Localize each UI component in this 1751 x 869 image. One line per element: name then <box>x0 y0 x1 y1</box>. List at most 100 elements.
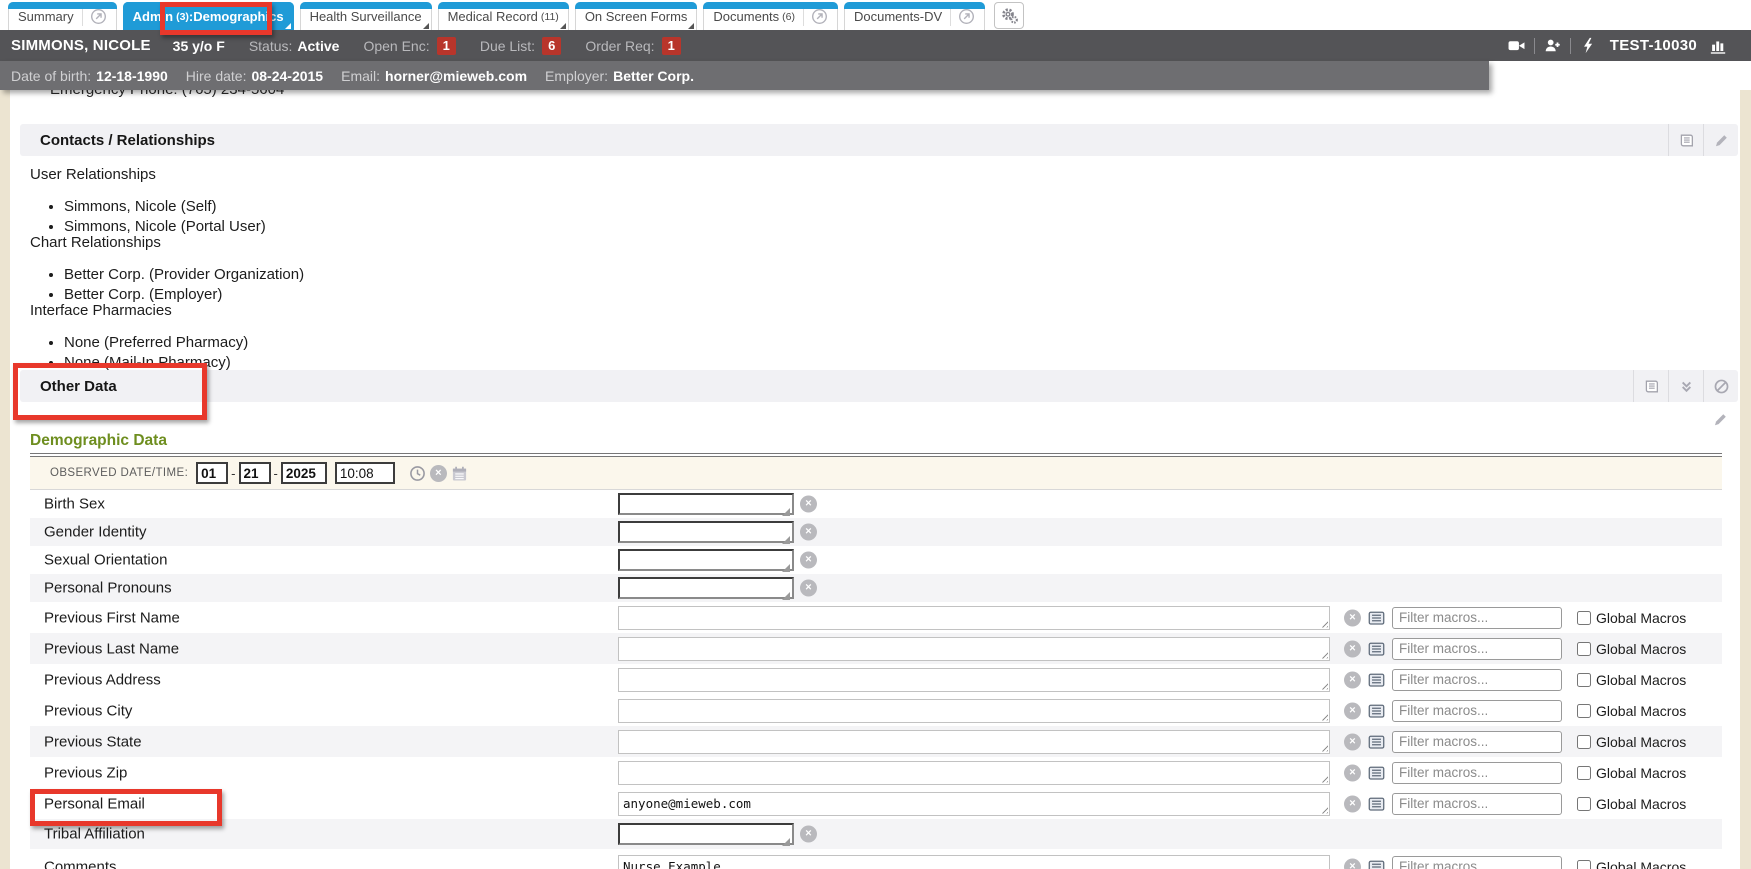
clear-icon[interactable]: × <box>800 552 817 569</box>
tab-on-screen-forms[interactable]: On Screen Forms <box>575 2 698 30</box>
observed-month-input[interactable] <box>196 462 228 484</box>
global-macros-checkbox[interactable] <box>1577 797 1591 811</box>
personal-pronouns-input[interactable] <box>618 577 794 599</box>
textarea-value <box>619 731 1329 737</box>
macro-list-icon[interactable] <box>1368 702 1385 719</box>
textarea-value <box>619 700 1329 706</box>
clear-icon[interactable]: × <box>800 826 817 843</box>
global-macros-checkbox[interactable] <box>1577 704 1591 718</box>
observed-time-input[interactable] <box>335 462 395 484</box>
filter-macros-input[interactable] <box>1392 856 1562 869</box>
global-macros-checkbox[interactable] <box>1577 766 1591 780</box>
order-req-label: Order Req: <box>585 38 654 54</box>
clear-icon[interactable]: × <box>1344 858 1361 869</box>
macro-list-icon[interactable] <box>1368 609 1385 626</box>
journal-button[interactable] <box>1633 370 1668 402</box>
field-label: Previous State <box>44 733 142 750</box>
filter-macros-input[interactable] <box>1392 607 1562 629</box>
clear-icon[interactable]: × <box>1344 609 1361 626</box>
clear-icon[interactable]: × <box>1344 795 1361 812</box>
observed-year-input[interactable] <box>281 462 327 484</box>
global-macros-label: Global Macros <box>1596 765 1686 781</box>
clear-icon[interactable]: × <box>1344 733 1361 750</box>
clear-icon[interactable]: × <box>1344 764 1361 781</box>
previous-city-textarea[interactable] <box>618 699 1330 723</box>
observed-datetime-icons: × <box>409 465 468 482</box>
tab-documents-dv[interactable]: Documents-DV <box>844 2 985 30</box>
previous-address-textarea[interactable] <box>618 668 1330 692</box>
tab-medical-record[interactable]: Medical Record (11) <box>438 2 569 30</box>
order-req-badge[interactable]: 1 <box>662 37 681 55</box>
filter-macros-input[interactable] <box>1392 762 1562 784</box>
popout-icon[interactable] <box>90 8 107 25</box>
filter-macros-input[interactable] <box>1392 793 1562 815</box>
macro-list-icon[interactable] <box>1368 671 1385 688</box>
textarea-resize-icon[interactable] <box>1319 743 1328 752</box>
disable-button[interactable] <box>1703 370 1738 402</box>
sexual-orientation-input[interactable] <box>618 549 794 571</box>
textarea-resize-icon[interactable] <box>1319 774 1328 783</box>
tab-admin-demographics[interactable]: Admin (3) :Demographics <box>123 2 294 30</box>
edit-demographic-data-button[interactable] <box>1712 411 1729 433</box>
clear-icon[interactable]: × <box>1344 640 1361 657</box>
edit-button[interactable] <box>1703 124 1738 156</box>
gender-identity-input[interactable] <box>618 521 794 543</box>
tab-documents[interactable]: Documents (6) <box>703 2 838 30</box>
previous-last-name-textarea[interactable] <box>618 637 1330 661</box>
macro-list-icon[interactable] <box>1368 858 1385 869</box>
filter-macros-input[interactable] <box>1392 669 1562 691</box>
employer-value: Better Corp. <box>613 68 694 84</box>
global-macros-checkbox[interactable] <box>1577 642 1591 656</box>
clear-icon[interactable]: × <box>800 496 817 513</box>
tribal-affiliation-input[interactable] <box>618 823 794 845</box>
global-macros-checkbox[interactable] <box>1577 860 1591 869</box>
global-macros-checkbox[interactable] <box>1577 611 1591 625</box>
previous-first-name-textarea[interactable] <box>618 606 1330 630</box>
observed-day-input[interactable] <box>239 462 271 484</box>
filter-macros-input[interactable] <box>1392 731 1562 753</box>
calendar-icon[interactable] <box>451 465 468 482</box>
tab-settings-button[interactable] <box>994 2 1024 29</box>
global-macros-checkbox[interactable] <box>1577 673 1591 687</box>
macro-list-icon[interactable] <box>1368 795 1385 812</box>
macro-list-icon[interactable] <box>1368 764 1385 781</box>
filter-macros-input[interactable] <box>1392 700 1562 722</box>
field-label: Previous City <box>44 702 132 719</box>
previous-zip-textarea[interactable] <box>618 761 1330 785</box>
open-enc-badge[interactable]: 1 <box>437 37 456 55</box>
filter-macros-input[interactable] <box>1392 638 1562 660</box>
textarea-resize-icon[interactable] <box>1319 681 1328 690</box>
due-list-badge[interactable]: 6 <box>542 37 561 55</box>
textarea-resize-icon[interactable] <box>1319 712 1328 721</box>
personal-email-textarea[interactable]: anyone@mieweb.com <box>618 792 1330 816</box>
field-label: Personal Email <box>44 795 145 812</box>
tab-summary[interactable]: Summary <box>8 2 117 30</box>
journal-button[interactable] <box>1668 124 1703 156</box>
macro-list-icon[interactable] <box>1368 640 1385 657</box>
clear-icon[interactable]: × <box>1344 671 1361 688</box>
popout-icon[interactable] <box>811 8 828 25</box>
tab-summary-label: Summary <box>18 9 74 24</box>
birth-sex-input[interactable] <box>618 493 794 515</box>
lightning-icon[interactable] <box>1580 37 1597 54</box>
clear-icon[interactable]: × <box>1344 702 1361 719</box>
person-add-icon[interactable] <box>1544 37 1561 54</box>
previous-state-textarea[interactable] <box>618 730 1330 754</box>
textarea-resize-icon[interactable] <box>1319 619 1328 628</box>
hire-date-value: 08-24-2015 <box>251 68 323 84</box>
macro-list-icon[interactable] <box>1368 733 1385 750</box>
form-row-previous-zip: Previous Zip × Global Macros <box>30 757 1722 788</box>
bar-chart-icon[interactable] <box>1710 37 1727 54</box>
comments-textarea[interactable]: Nurse Example <box>618 855 1330 869</box>
collapse-button[interactable] <box>1668 370 1703 402</box>
textarea-resize-icon[interactable] <box>1319 650 1328 659</box>
global-macros-checkbox[interactable] <box>1577 735 1591 749</box>
video-icon[interactable] <box>1508 37 1525 54</box>
field-label: Previous Address <box>44 671 161 688</box>
tab-health-surveillance[interactable]: Health Surveillance <box>300 2 432 30</box>
clear-icon[interactable]: × <box>430 465 447 482</box>
clear-icon[interactable]: × <box>800 580 817 597</box>
clock-icon[interactable] <box>409 465 426 482</box>
clear-icon[interactable]: × <box>800 524 817 541</box>
popout-icon[interactable] <box>958 8 975 25</box>
